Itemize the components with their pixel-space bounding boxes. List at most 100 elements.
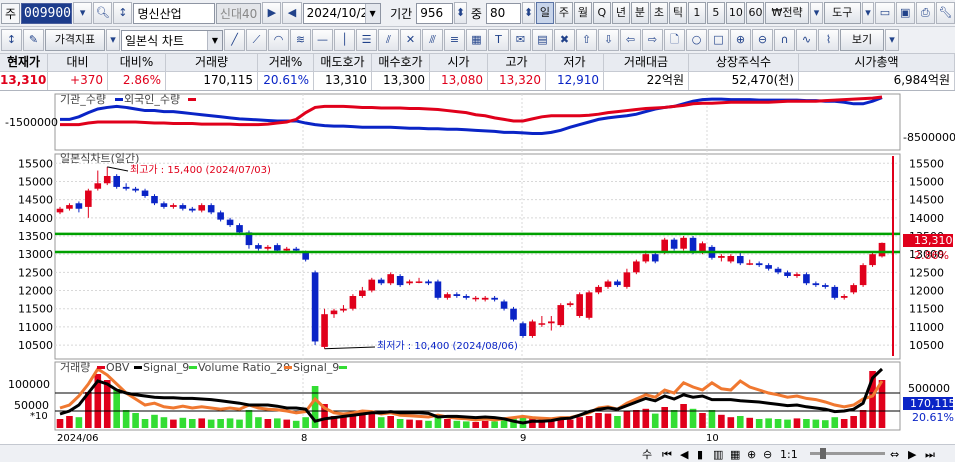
volume-bar [274, 418, 281, 428]
wrench-icon[interactable]: 🔧︎ [935, 2, 955, 24]
quote-header-11: 상장주식수 [689, 54, 799, 71]
parallel-tool-icon[interactable]: ⫻ [422, 29, 443, 51]
zoom-out-bottom-icon[interactable]: ⊖ [763, 448, 772, 461]
pulse-icon[interactable]: ⌇ [818, 29, 839, 51]
period-spin-icon[interactable]: ⬍ [454, 2, 467, 24]
candle-body [349, 296, 357, 309]
rect-tool-icon[interactable]: □ [708, 29, 729, 51]
search-icon[interactable]: 🔍︎ [93, 2, 113, 24]
wave-icon[interactable]: ∿ [796, 29, 817, 51]
main-toolbar: 주 009900 ▾ 🔍︎ ↕ 명신산업 신대40 ▶ ◀ 2024/10/28… [0, 0, 955, 27]
view-button[interactable]: 보기 [840, 29, 884, 51]
chart-area[interactable]: 15500 15500 15000 15000 14500 14500 14000 14000… [0, 92, 955, 440]
interval-1[interactable]: 1 [687, 2, 706, 24]
interval-60[interactable]: 60 [745, 2, 765, 24]
trend-tool-icon[interactable]: ⟋ [246, 29, 267, 51]
x-axis: 2024/06 8 9 10 [55, 430, 900, 444]
circle-tool-icon[interactable]: ○ [686, 29, 707, 51]
code-dropdown-icon[interactable]: ▾ [73, 2, 93, 24]
volume-bar [812, 419, 820, 428]
volume-bar [727, 417, 735, 428]
arc-tool-icon[interactable]: ◠ [268, 29, 289, 51]
chart-type-select[interactable]: 일본식 차트 ▼ [121, 29, 223, 51]
vline-tool-icon[interactable]: │ [334, 29, 355, 51]
interval-month[interactable]: 월 [573, 2, 592, 24]
next-icon[interactable]: ▶ [908, 448, 917, 461]
interval-minute[interactable]: 분 [630, 2, 649, 24]
save-icon[interactable]: ▣ [895, 2, 915, 24]
color-tool-icon[interactable]: ▦ [466, 29, 487, 51]
date-picker[interactable]: 2024/10/28 ▼ [302, 2, 381, 24]
grid-tool-icon[interactable]: ☰ [356, 29, 377, 51]
candle-body [548, 321, 555, 324]
magnet-icon[interactable]: ∩ [774, 29, 795, 51]
view-dropdown-icon[interactable]: ▾ [885, 29, 899, 51]
fan-tool-icon[interactable]: ≋ [290, 29, 311, 51]
zoom-slider-thumb[interactable] [820, 448, 826, 459]
volume-bar [151, 414, 158, 428]
volume-legend-3-swatch [189, 366, 197, 369]
period-input[interactable]: 956 [416, 2, 454, 24]
doc-icon[interactable]: 🗋︎ [664, 29, 685, 51]
price-indicator-dropdown-icon[interactable]: ▾ [106, 29, 120, 51]
interval-tick[interactable]: 틱 [668, 2, 687, 24]
back-icon[interactable]: ◀ [282, 2, 302, 24]
price-indicator-button[interactable]: 가격지표 [45, 29, 105, 51]
candle-body [831, 286, 839, 298]
zoom-icon[interactable]: ⊕ [747, 448, 756, 461]
strategy-dropdown-icon[interactable]: ▾ [810, 2, 823, 24]
sort-icon[interactable]: ↕ [113, 2, 133, 24]
interval-10[interactable]: 10 [725, 2, 745, 24]
hline-tool-icon[interactable]: — [312, 29, 333, 51]
interval-5[interactable]: 5 [706, 2, 725, 24]
scale-icon[interactable]: 1:1 [780, 448, 798, 461]
fib-tool-icon[interactable]: ≡ [444, 29, 465, 51]
prev-icon[interactable]: ◀ [680, 448, 689, 461]
fit-icon[interactable]: ⇔ [890, 448, 899, 461]
left-arrow-icon[interactable]: ⇦ [620, 29, 641, 51]
date-dropdown-icon[interactable]: ▼ [364, 3, 380, 23]
text-tool-icon[interactable]: T [488, 29, 509, 51]
price-tick-right: 12000 [909, 285, 944, 298]
market-label[interactable]: 주 [1, 2, 21, 24]
candle-body [217, 212, 224, 220]
cross-tool-icon[interactable]: ✕ [400, 29, 421, 51]
zoom-in-icon[interactable]: ⊕ [730, 29, 751, 51]
overlap-spin-icon[interactable]: ⬍ [522, 2, 535, 24]
interval-second[interactable]: 초 [649, 2, 668, 24]
chart-mode-icon[interactable]: ▥ [713, 448, 723, 461]
last-icon[interactable]: ⏭ [925, 448, 935, 461]
chart-mode2-icon[interactable]: ▦ [730, 448, 740, 461]
first-icon[interactable]: ⏮ [662, 448, 672, 461]
folder-icon[interactable]: ▭ [875, 2, 895, 24]
candle-body [462, 296, 470, 298]
note-tool-icon[interactable]: ✉ [510, 29, 531, 51]
interval-day[interactable]: 일 [535, 2, 554, 24]
strategy-button[interactable]: ₩전략 [765, 2, 810, 24]
tools-button[interactable]: 도구 [823, 2, 861, 24]
interval-year[interactable]: 년 [611, 2, 630, 24]
erase-tool-icon[interactable]: ✖ [554, 29, 575, 51]
zoom-out-icon[interactable]: ⊖ [752, 29, 773, 51]
channel-tool-icon[interactable]: ⫽ [378, 29, 399, 51]
line-tool-icon[interactable]: ╱ [224, 29, 245, 51]
stock-name-field[interactable]: 명신산업 [133, 2, 215, 24]
print-icon[interactable]: ⎙ [915, 2, 935, 24]
volume-bar [406, 419, 413, 428]
interval-quarter[interactable]: Q [592, 2, 611, 24]
chart-type-dropdown-icon[interactable]: ▼ [207, 30, 222, 50]
overlap-input[interactable]: 80 [485, 2, 522, 24]
arrows-icon[interactable]: ↕ [1, 29, 22, 51]
play-icon[interactable]: ▶ [262, 2, 282, 24]
tools-dropdown-icon[interactable]: ▾ [861, 2, 875, 24]
stock-code-input[interactable]: 009900 [21, 2, 73, 24]
pause-icon[interactable]: ▮ [697, 448, 703, 461]
stamp-tool-icon[interactable]: ▤ [532, 29, 553, 51]
interval-week[interactable]: 주 [554, 2, 573, 24]
up-arrow-icon[interactable]: ⇧ [576, 29, 597, 51]
edit-icon[interactable]: ✎ [23, 29, 44, 51]
right-arrow-icon[interactable]: ⇨ [642, 29, 663, 51]
sort-left-icon[interactable]: 수 [642, 448, 652, 461]
down-arrow-icon[interactable]: ⇩ [598, 29, 619, 51]
volume-bar [122, 410, 130, 428]
